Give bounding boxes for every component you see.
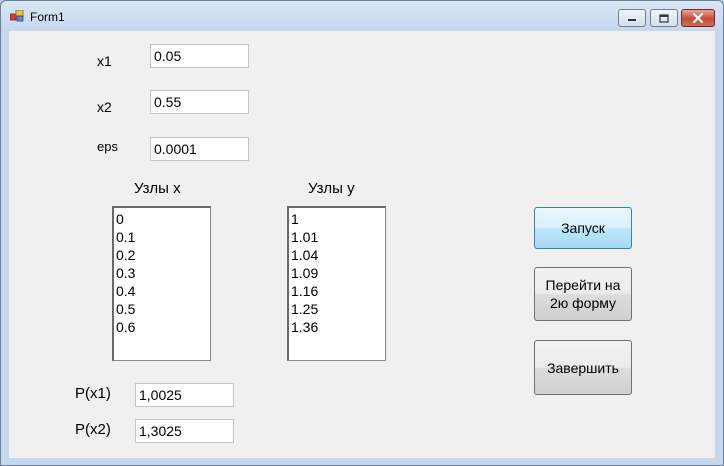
list-item[interactable]: 0.6 (116, 318, 208, 336)
nodes-y-label: Узлы y (308, 180, 355, 197)
run-button[interactable]: Запуск (534, 207, 632, 249)
list-item[interactable]: 0.5 (116, 300, 208, 318)
app-icon (10, 10, 24, 22)
list-item[interactable]: 0.3 (116, 264, 208, 282)
form-client-area: x1 x2 eps Узлы x Узлы y 0 0.1 0.2 0.3 0.… (9, 31, 715, 458)
title-bar[interactable]: Form1 (1, 1, 723, 31)
minimize-icon (628, 19, 636, 21)
p-x2-output[interactable] (135, 419, 234, 443)
list-item[interactable]: 1.36 (291, 318, 383, 336)
close-icon (692, 13, 704, 23)
list-item[interactable]: 0 (116, 210, 208, 228)
main-window: Form1 x1 x2 eps Узлы x Узлы y 0 0.1 0.2 … (0, 0, 724, 466)
nodes-x-listbox[interactable]: 0 0.1 0.2 0.3 0.4 0.5 0.6 (112, 206, 211, 361)
finish-button[interactable]: Завершить (534, 340, 632, 395)
minimize-button[interactable] (618, 9, 646, 27)
window-title: Form1 (30, 10, 65, 24)
x2-label: x2 (97, 99, 112, 115)
close-button[interactable] (681, 9, 715, 27)
list-item[interactable]: 1.04 (291, 246, 383, 264)
maximize-button[interactable] (650, 9, 678, 27)
list-item[interactable]: 1.25 (291, 300, 383, 318)
nodes-x-label: Узлы x (134, 180, 181, 197)
p-x2-label: P(x2) (75, 421, 111, 438)
p-x1-label: P(x1) (75, 385, 111, 402)
x1-input[interactable] (150, 44, 249, 68)
list-item[interactable]: 0.2 (116, 246, 208, 264)
x1-label: x1 (97, 53, 112, 69)
list-item[interactable]: 1 (291, 210, 383, 228)
list-item[interactable]: 1.16 (291, 282, 383, 300)
list-item[interactable]: 0.4 (116, 282, 208, 300)
eps-input[interactable] (150, 137, 249, 161)
go-to-form2-button[interactable]: Перейти на 2ю форму (534, 267, 632, 321)
p-x1-output[interactable] (135, 383, 234, 407)
maximize-icon (659, 13, 669, 23)
x2-input[interactable] (150, 90, 249, 114)
eps-label: eps (97, 139, 118, 154)
list-item[interactable]: 0.1 (116, 228, 208, 246)
list-item[interactable]: 1.01 (291, 228, 383, 246)
list-item[interactable]: 1.09 (291, 264, 383, 282)
nodes-y-listbox[interactable]: 1 1.01 1.04 1.09 1.16 1.25 1.36 (287, 206, 386, 361)
